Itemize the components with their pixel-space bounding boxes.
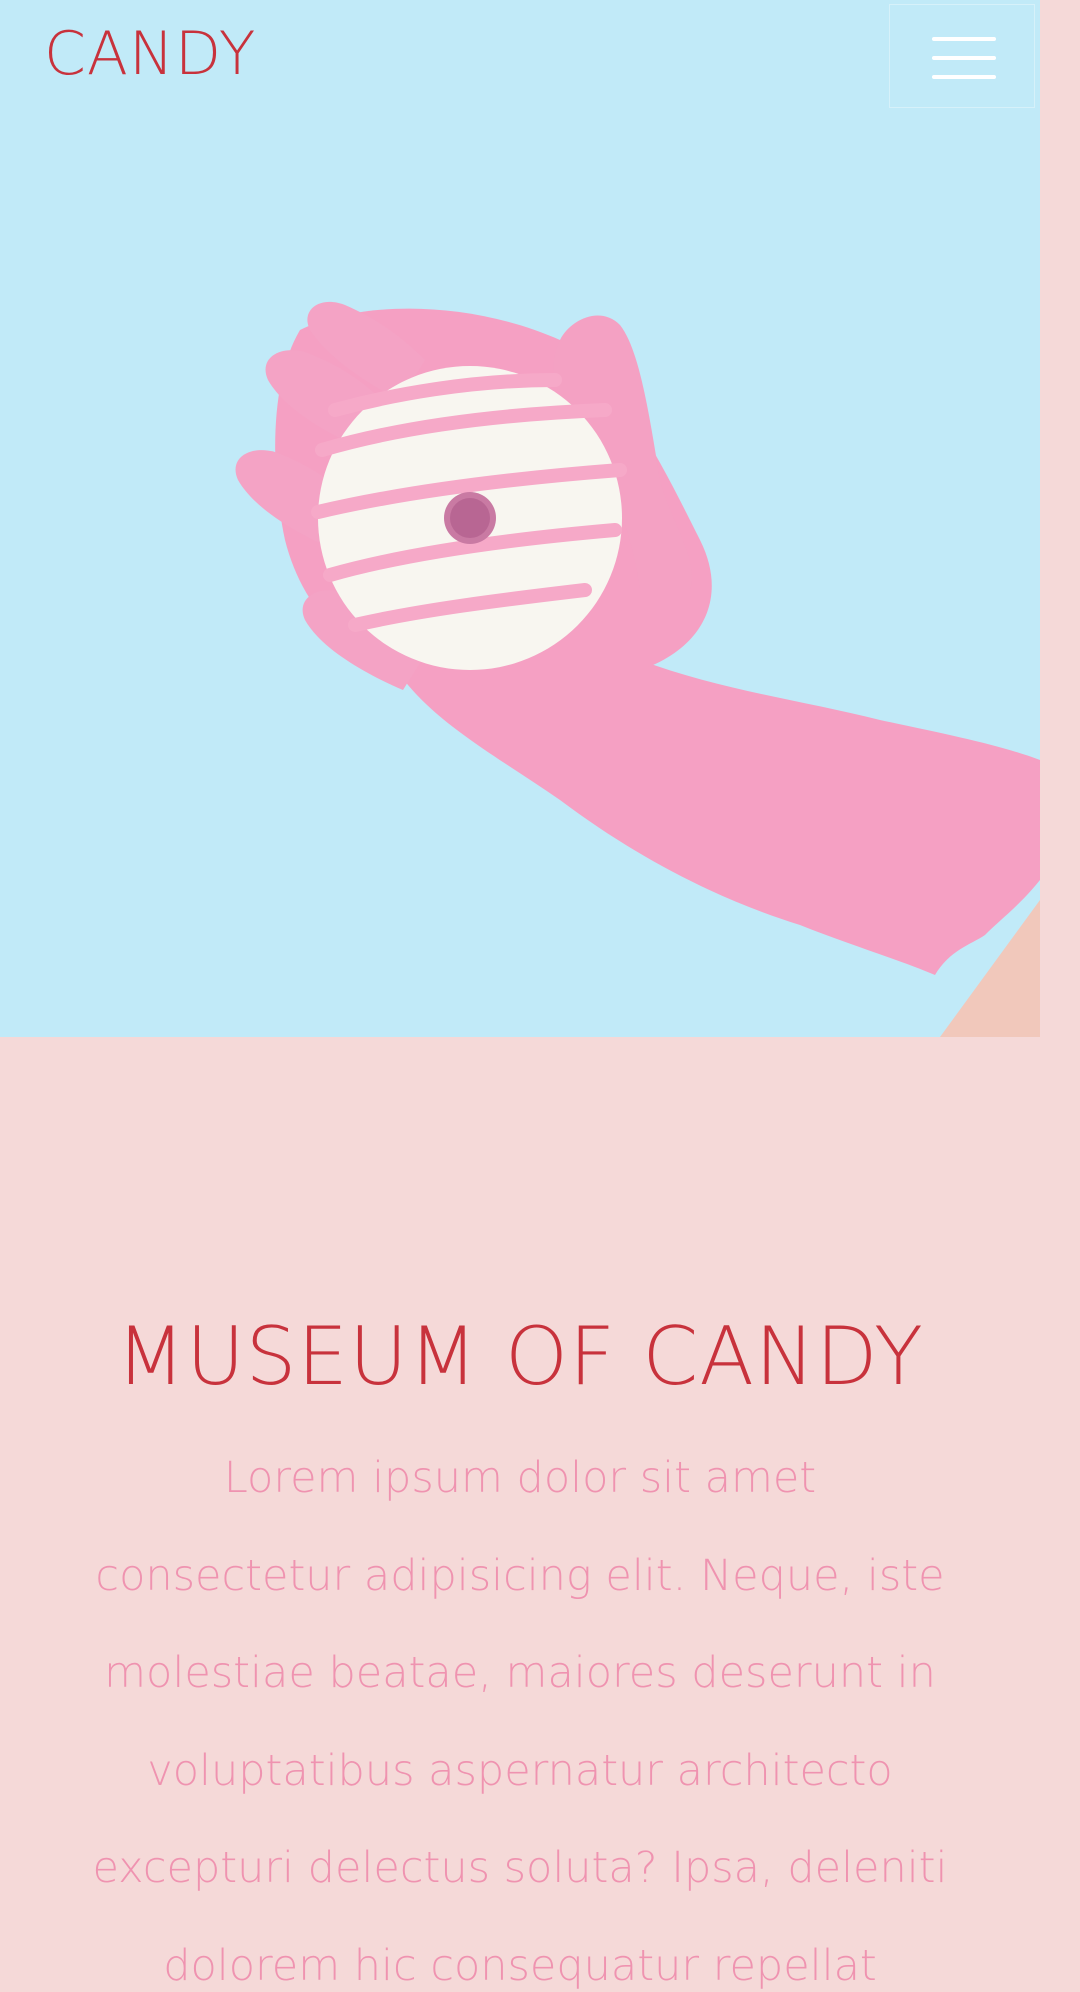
main-section: MUSEUM OF CANDY Lorem ipsum dolor sit am… [0, 1037, 1080, 1992]
page: CANDY MUSEUM OF CANDY Lorem ipsum dolor … [0, 0, 1080, 1992]
menu-button[interactable] [889, 4, 1035, 108]
page-title: MUSEUM OF CANDY [116, 1310, 924, 1403]
hamburger-menu-icon [932, 37, 996, 41]
hero-image [235, 301, 1040, 1037]
brand-logo[interactable]: CANDY [44, 18, 256, 90]
intro-paragraph: Lorem ipsum dolor sit amet consectetur a… [92, 1453, 948, 1991]
hero-section: CANDY [0, 0, 1040, 1037]
hamburger-menu-icon-bar [932, 56, 996, 60]
hamburger-menu-icon-bar [932, 75, 996, 79]
